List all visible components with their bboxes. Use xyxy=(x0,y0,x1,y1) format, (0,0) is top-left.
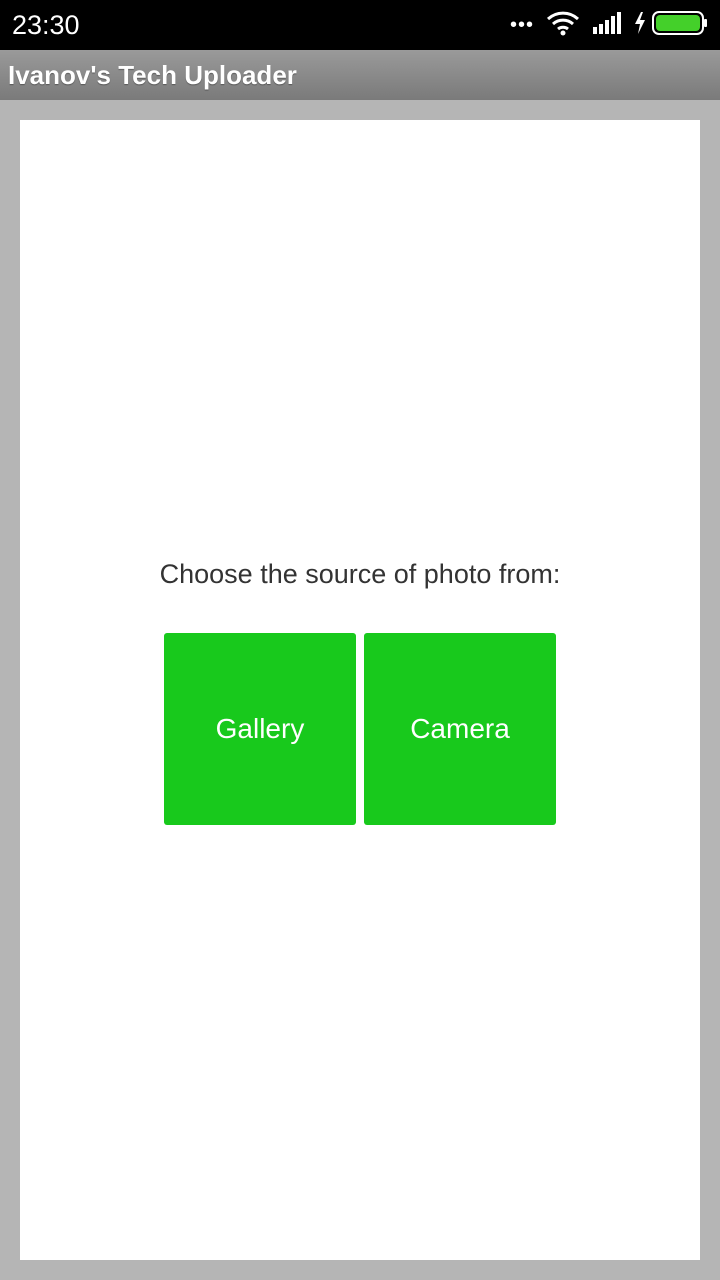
status-time: 23:30 xyxy=(12,10,80,40)
gallery-button[interactable]: Gallery xyxy=(164,633,356,825)
cell-signal-icon xyxy=(592,11,622,40)
camera-button[interactable]: Camera xyxy=(364,633,556,825)
status-icons: ••• xyxy=(498,10,708,40)
battery-icon xyxy=(652,10,708,40)
app-bar: Ivanov's Tech Uploader xyxy=(0,50,720,100)
wifi-icon xyxy=(546,10,580,41)
source-prompt: Choose the source of photo from: xyxy=(159,559,561,589)
app-title: Ivanov's Tech Uploader xyxy=(8,60,297,90)
camera-button-label: Camera xyxy=(410,713,510,744)
charging-bolt-icon xyxy=(634,11,646,39)
more-dots-icon: ••• xyxy=(509,14,534,36)
status-bar: 23:30 ••• xyxy=(0,0,720,50)
content-card: Choose the source of photo from: Gallery… xyxy=(20,120,700,1260)
gallery-button-label: Gallery xyxy=(215,713,305,744)
